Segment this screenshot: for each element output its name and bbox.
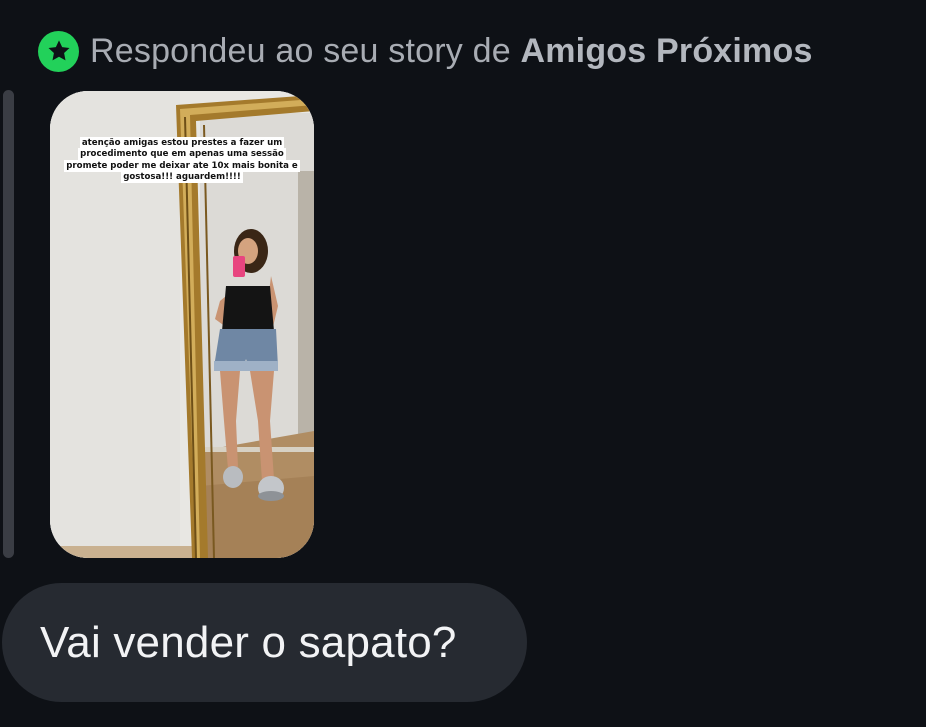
message-text: Vai vender o sapato? bbox=[40, 617, 457, 667]
dm-thread: Respondeu ao seu story de Amigos Próximo… bbox=[0, 0, 926, 727]
story-thumbnail[interactable]: atenção amigas estou prestes a fazer um … bbox=[50, 91, 314, 558]
close-friends-star-icon bbox=[38, 30, 79, 72]
close-friends-list-name: Amigos Próximos bbox=[520, 31, 813, 70]
story-caption-text: atenção amigas estou prestes a fazer um … bbox=[64, 137, 300, 184]
reply-quote-bar bbox=[3, 90, 14, 558]
reply-prefix-text: Respondeu ao seu story de bbox=[90, 31, 521, 70]
story-caption: atenção amigas estou prestes a fazer um … bbox=[58, 137, 306, 184]
message-bubble[interactable]: Vai vender o sapato? bbox=[2, 583, 527, 702]
story-reply-header: Respondeu ao seu story de Amigos Próximo… bbox=[38, 30, 813, 72]
reply-label: Respondeu ao seu story de Amigos Próximo… bbox=[90, 32, 813, 71]
